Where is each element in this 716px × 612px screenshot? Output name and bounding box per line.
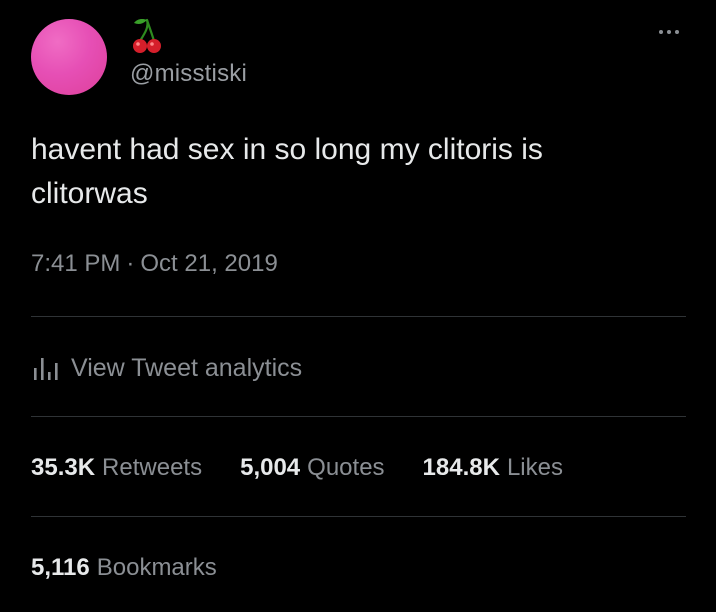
divider (31, 316, 686, 317)
cherry-icon (133, 18, 161, 53)
more-dot (675, 30, 679, 34)
more-options-button[interactable] (650, 18, 688, 46)
bookmarks-stat[interactable]: 5,116 Bookmarks (31, 550, 255, 586)
bookmarks-count: 5,116 (31, 554, 90, 581)
quotes-label: Quotes (307, 454, 385, 481)
timestamp-separator: · (126, 250, 135, 277)
view-analytics-label: View Tweet analytics (71, 353, 303, 382)
retweets-count: 35.3K (31, 454, 96, 481)
likes-count: 184.8K (422, 454, 500, 481)
likes-label: Likes (506, 454, 563, 481)
retweets-label: Retweets (102, 454, 203, 481)
tweet-text: havent had sex in so long my clitoris is… (31, 133, 543, 210)
view-analytics-button[interactable]: View Tweet analytics (31, 350, 302, 386)
tweet-date[interactable]: Oct 21, 2019 (140, 250, 277, 277)
bookmarks-stat-inner: 5,116 Bookmarks (31, 554, 217, 582)
quotes-count: 5,004 (240, 454, 301, 481)
engagement-stats: 35.3K Retweets 5,004 Quotes 184.8K Likes (31, 450, 601, 486)
avatar[interactable] (31, 19, 107, 95)
divider (31, 416, 686, 417)
more-horizontal-icon (659, 30, 663, 34)
tweet-timestamp[interactable]: 7:41 PM · Oct 21, 2019 (31, 250, 278, 278)
analytics-bar-icon (34, 358, 58, 380)
display-name[interactable] (130, 16, 164, 56)
more-dot (667, 30, 671, 34)
bookmarks-label: Bookmarks (96, 554, 217, 581)
retweets-stat[interactable]: 35.3K Retweets (31, 454, 202, 482)
likes-stat[interactable]: 184.8K Likes (423, 454, 563, 482)
tweet-card: @misstiski havent had sex in so long my … (0, 0, 716, 612)
divider (31, 516, 686, 517)
quotes-stat[interactable]: 5,004 Quotes (240, 454, 384, 482)
tweet-time[interactable]: 7:41 PM (31, 250, 120, 277)
user-handle[interactable]: @misstiski (130, 60, 247, 88)
